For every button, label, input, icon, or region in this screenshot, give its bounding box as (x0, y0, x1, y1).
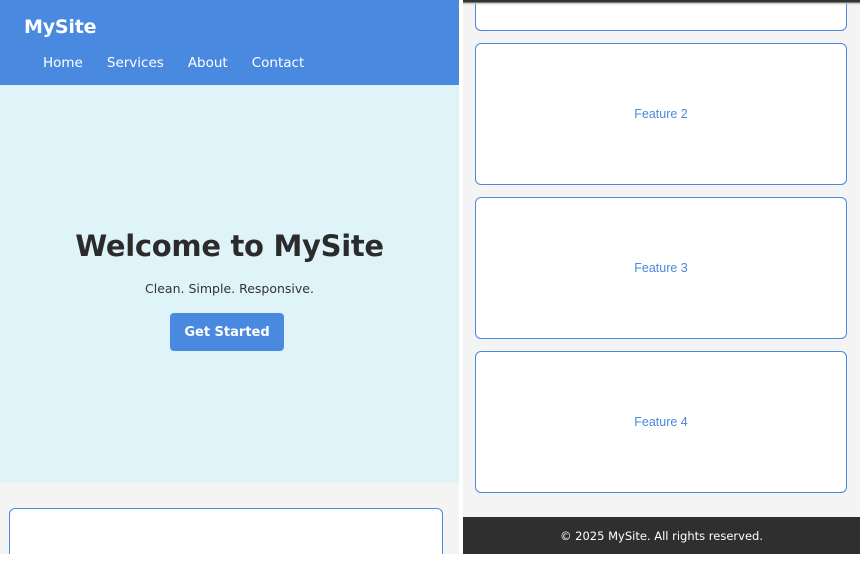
nav-link-home[interactable]: Home (43, 55, 83, 71)
brand-logo[interactable]: MySite (24, 16, 96, 38)
nav-link-about[interactable]: About (188, 55, 228, 71)
viewport-top-edge (463, 0, 860, 5)
navbar: MySite Home Services About Contact (0, 0, 459, 85)
right-viewport[interactable]: Feature 2 Feature 3 Feature 4 (463, 0, 860, 554)
feature-card-label: Feature 2 (634, 107, 688, 121)
footer: © 2025 MySite. All rights reserved. (463, 517, 860, 554)
nav-link-contact[interactable]: Contact (252, 55, 305, 71)
left-viewport[interactable]: MySite Home Services About Contact Welco… (0, 0, 459, 554)
feature-card-1 (9, 508, 443, 554)
nav-links: Home Services About Contact (43, 55, 328, 71)
feature-card-3: Feature 3 (475, 197, 847, 339)
feature-card-label: Feature 4 (634, 415, 688, 429)
footer-copyright: © 2025 MySite. All rights reserved. (560, 528, 763, 543)
nav-link-services[interactable]: Services (107, 55, 164, 71)
feature-card-4: Feature 4 (475, 351, 847, 493)
feature-card-2: Feature 2 (475, 43, 847, 185)
feature-card-label: Feature 3 (634, 261, 688, 275)
hero-subtitle: Clean. Simple. Responsive. (145, 281, 314, 296)
hero-section: Welcome to MySite Clean. Simple. Respons… (0, 85, 459, 482)
hero-title: Welcome to MySite (75, 229, 384, 263)
get-started-button[interactable]: Get Started (170, 313, 284, 351)
bottom-strip (0, 554, 860, 581)
split-view: MySite Home Services About Contact Welco… (0, 0, 860, 581)
